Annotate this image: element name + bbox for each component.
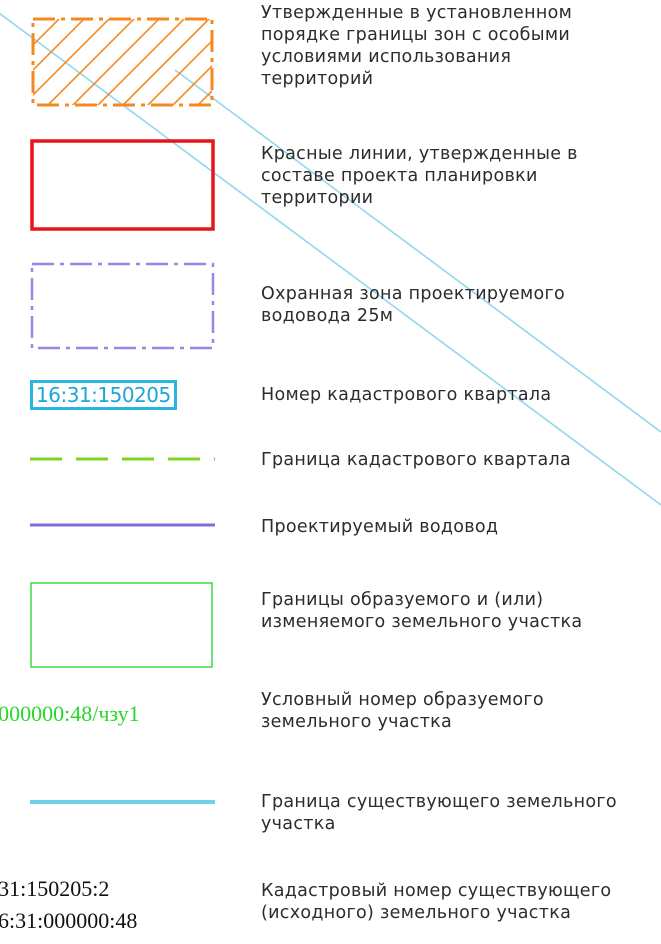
legend-label-cadastral-quarter-boundary: Граница кадастрового квартала — [261, 450, 571, 470]
legend-label-cadastral-quarter-number: Номер кадастрового квартала — [261, 385, 552, 405]
formed-plot-boundary-symbol — [30, 582, 213, 668]
legend-label-water-pipe: Проектируемый водовод — [261, 517, 499, 537]
legend-label-formed-plot-boundary: Границы образуемого и (или) изменяемого … — [261, 590, 583, 632]
cadastral-quarter-number-symbol: 16:31:150205 — [30, 380, 177, 410]
special-zone-symbol — [31, 17, 214, 107]
water-pipe-symbol — [30, 523, 215, 527]
legend-label-red-lines: Красные линии, утвержденные в составе пр… — [261, 144, 578, 208]
legend-label-existing-plot-boundary: Граница существующего земельного участка — [261, 792, 617, 834]
conditional-plot-number-symbol: :000000:48/чзу1 — [0, 701, 140, 726]
cadastral-number-line-1: :31:150205:2 — [0, 876, 110, 901]
existing-plot-boundary-symbol — [30, 800, 215, 804]
legend-label-protection-zone: Охранная зона проектируемого водовода 25… — [261, 284, 566, 326]
red-lines-symbol — [30, 139, 215, 231]
legend-label-special-zones: Утвержденные в установленном порядке гра… — [261, 3, 573, 89]
legend-label-conditional-plot-number: Условный номер образуемого земельного уч… — [261, 690, 544, 732]
cadastral-quarter-boundary-symbol — [30, 457, 215, 461]
protection-zone-symbol — [30, 262, 215, 350]
legend-label-existing-cadastral-number: Кадастровый номер существующего (исходно… — [261, 881, 612, 923]
cadastral-number-line-2: 6:31:000000:48 — [0, 908, 138, 933]
